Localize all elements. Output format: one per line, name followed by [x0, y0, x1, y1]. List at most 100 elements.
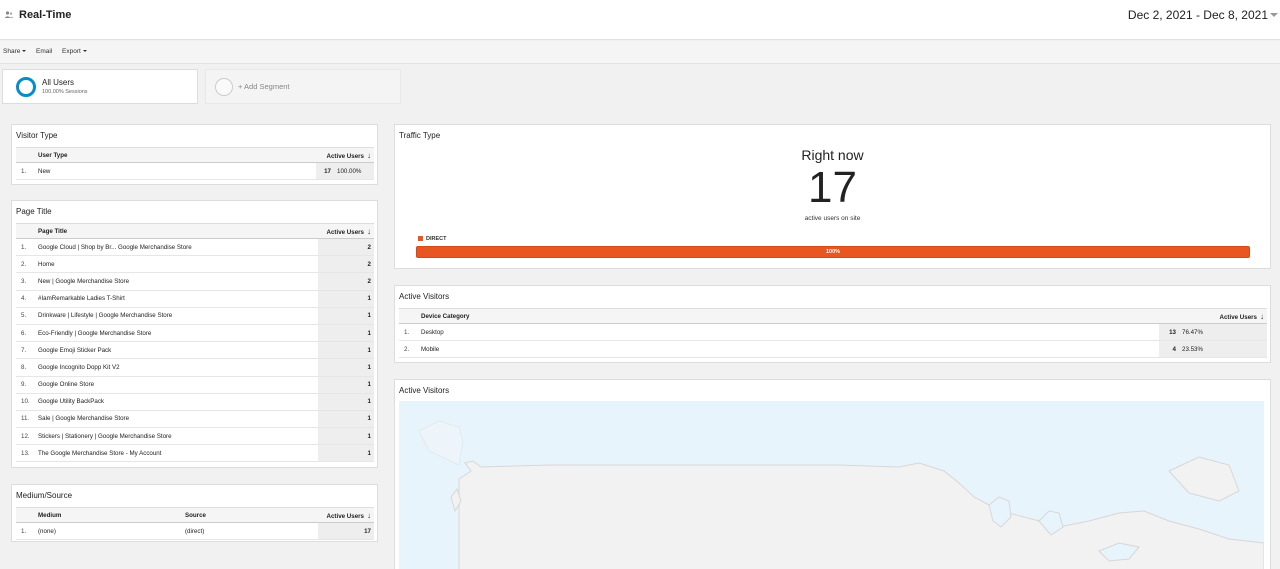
segment-sessions: 100.00% Sessions	[42, 89, 88, 95]
panel-title: Traffic Type	[399, 131, 441, 140]
segment-name: All Users	[42, 78, 75, 87]
table-row[interactable]: 2. Home 2	[16, 255, 374, 274]
column-header-device-category[interactable]: Device Category	[418, 308, 1159, 324]
table-row[interactable]: 1. New 17 100.00%	[16, 162, 374, 181]
active-users-label: Active Users	[326, 152, 365, 160]
row-value: 1	[318, 341, 374, 360]
segment-bar: All Users 100.00% Sessions + Add Segment	[0, 64, 1280, 110]
active-users-caption: active users on site	[804, 215, 861, 222]
row-index: 5.	[16, 307, 35, 325]
table-row[interactable]: 9. Google Online Store 1	[16, 376, 374, 394]
row-value: 1	[318, 358, 374, 377]
panel-title: Active Visitors	[399, 386, 450, 395]
sort-down-icon: ↓	[1260, 311, 1264, 321]
segment-all-users[interactable]: All Users 100.00% Sessions	[2, 69, 198, 104]
row-label: Desktop	[418, 323, 1159, 342]
segment-placeholder-icon	[215, 78, 233, 96]
row-label: The Google Merchandise Store - My Accoun…	[35, 444, 318, 463]
caret-down-icon	[82, 50, 87, 53]
table-row[interactable]: 3. New | Google Merchandise Store 2	[16, 272, 374, 291]
row-percent: 76.47%	[1179, 323, 1267, 342]
row-value: 1	[318, 444, 374, 463]
column-header-page-title[interactable]: Page Title	[35, 223, 318, 239]
column-header-source[interactable]: Source	[182, 507, 318, 523]
table-row[interactable]: 1. Google Cloud | Shop by Br... Google Me…	[16, 238, 374, 257]
column-header-medium[interactable]: Medium	[35, 507, 182, 523]
panel-title: Active Visitors	[399, 292, 450, 301]
row-index: 1.	[399, 323, 418, 342]
row-value: 17	[316, 162, 334, 181]
visitor-type-table: User Type Active Users ↓ 1. New 17 100.00…	[16, 147, 374, 181]
table-row[interactable]: 8. Google Incognito Dopp Kit V2 1	[16, 358, 374, 377]
row-index: 4.	[16, 290, 35, 308]
table-row[interactable]: 10. Google Utility BackPack 1	[16, 393, 374, 411]
table-row[interactable]: 7. Google Emoji Sticker Pack 1	[16, 341, 374, 360]
legend-swatch	[418, 236, 423, 242]
row-medium: (none)	[35, 522, 182, 541]
row-percent: 23.53%	[1179, 340, 1267, 359]
table-row[interactable]: 1. Desktop 13 76.47%	[399, 323, 1267, 342]
row-value: 2	[318, 255, 374, 274]
row-index: 7.	[16, 341, 35, 360]
column-header-active-users[interactable]: Active Users ↓	[318, 223, 374, 239]
segment-ring-icon	[16, 77, 36, 97]
add-segment-button[interactable]: + Add Segment	[205, 69, 401, 104]
report-header: Real-Time Dec 2, 2021 - Dec 8, 2021	[0, 0, 1280, 40]
row-label: Stickers | Stationery | Google Merchandi…	[35, 427, 318, 446]
panel-title: Medium/Source	[16, 491, 73, 500]
chevron-down-icon[interactable]	[1270, 13, 1278, 17]
table-row[interactable]: 1. (none) (direct) 17	[16, 522, 374, 541]
page-title-panel: Page Title Page Title Active Users ↓ 1. Go…	[11, 200, 378, 468]
active-users-count: 17	[808, 163, 857, 212]
column-header-active-users[interactable]: Active Users ↓	[316, 147, 374, 163]
medium-source-table: Medium Source Active Users ↓ 1. (none) (d…	[16, 507, 374, 541]
traffic-bar: 100%	[416, 246, 1250, 258]
row-index: 13.	[16, 444, 35, 463]
sort-down-icon: ↓	[367, 226, 371, 236]
table-row[interactable]: 6. Eco-Friendly | Google Merchandise Stor…	[16, 324, 374, 343]
traffic-type-panel: Traffic Type Right now 17 active users o…	[394, 124, 1271, 269]
table-row[interactable]: 13. The Google Merchandise Store - My Acc…	[16, 444, 374, 463]
caret-down-icon	[22, 50, 27, 53]
table-row[interactable]: 5. Drinkware | Lifestyle | Google Merchan…	[16, 307, 374, 325]
row-index: 2.	[399, 340, 418, 359]
column-header-active-users[interactable]: Active Users ↓	[1159, 308, 1267, 324]
row-label: Google Emoji Sticker Pack	[35, 341, 318, 360]
index-header	[16, 147, 35, 163]
medium-source-panel: Medium/Source Medium Source Active Users…	[11, 484, 378, 542]
users-icon	[4, 11, 14, 18]
date-range-picker[interactable]: Dec 2, 2021 - Dec 8, 2021	[1128, 8, 1268, 22]
sort-down-icon: ↓	[367, 150, 371, 160]
row-label: Google Utility BackPack	[35, 393, 318, 411]
share-button[interactable]: Share	[3, 48, 27, 55]
email-label: Email	[36, 48, 53, 55]
active-users-label: Active Users	[1219, 313, 1258, 321]
index-header	[16, 507, 35, 523]
share-label: Share	[3, 48, 21, 55]
active-visitors-table-panel: Active Visitors Device Category Active U…	[394, 285, 1271, 363]
row-label: Sale | Google Merchandise Store	[35, 410, 318, 429]
column-header-active-users[interactable]: Active Users ↓	[318, 507, 374, 523]
visitors-map[interactable]	[399, 401, 1264, 569]
page-title-table: Page Title Active Users ↓ 1. Google Cloud …	[16, 223, 374, 463]
export-button[interactable]: Export	[62, 48, 87, 55]
row-value: 1	[318, 376, 374, 394]
legend-label: DIRECT	[426, 236, 447, 242]
row-label: Google Incognito Dopp Kit V2	[35, 358, 318, 377]
traffic-bar-label: 100%	[825, 249, 841, 255]
row-index: 10.	[16, 393, 35, 411]
column-header-user-type[interactable]: User Type	[35, 147, 316, 163]
table-row[interactable]: 4. #IamRemarkable Ladies T-Shirt 1	[16, 290, 374, 308]
row-label: Eco-Friendly | Google Merchandise Store	[35, 324, 318, 343]
row-source: (direct)	[182, 522, 318, 541]
panel-title: Visitor Type	[16, 131, 58, 140]
row-value: 17	[318, 522, 374, 541]
row-label: Home	[35, 255, 318, 274]
row-label: Drinkware | Lifestyle | Google Merchandi…	[35, 307, 318, 325]
email-button[interactable]: Email	[36, 48, 52, 55]
table-row[interactable]: 11. Sale | Google Merchandise Store 1	[16, 410, 374, 429]
table-row[interactable]: 12. Stickers | Stationery | Google Mercha…	[16, 427, 374, 446]
row-value: 2	[318, 272, 374, 291]
table-row[interactable]: 2. Mobile 4 23.53%	[399, 340, 1267, 359]
visitor-type-panel: Visitor Type User Type Active Users ↓ 1. …	[11, 124, 378, 185]
